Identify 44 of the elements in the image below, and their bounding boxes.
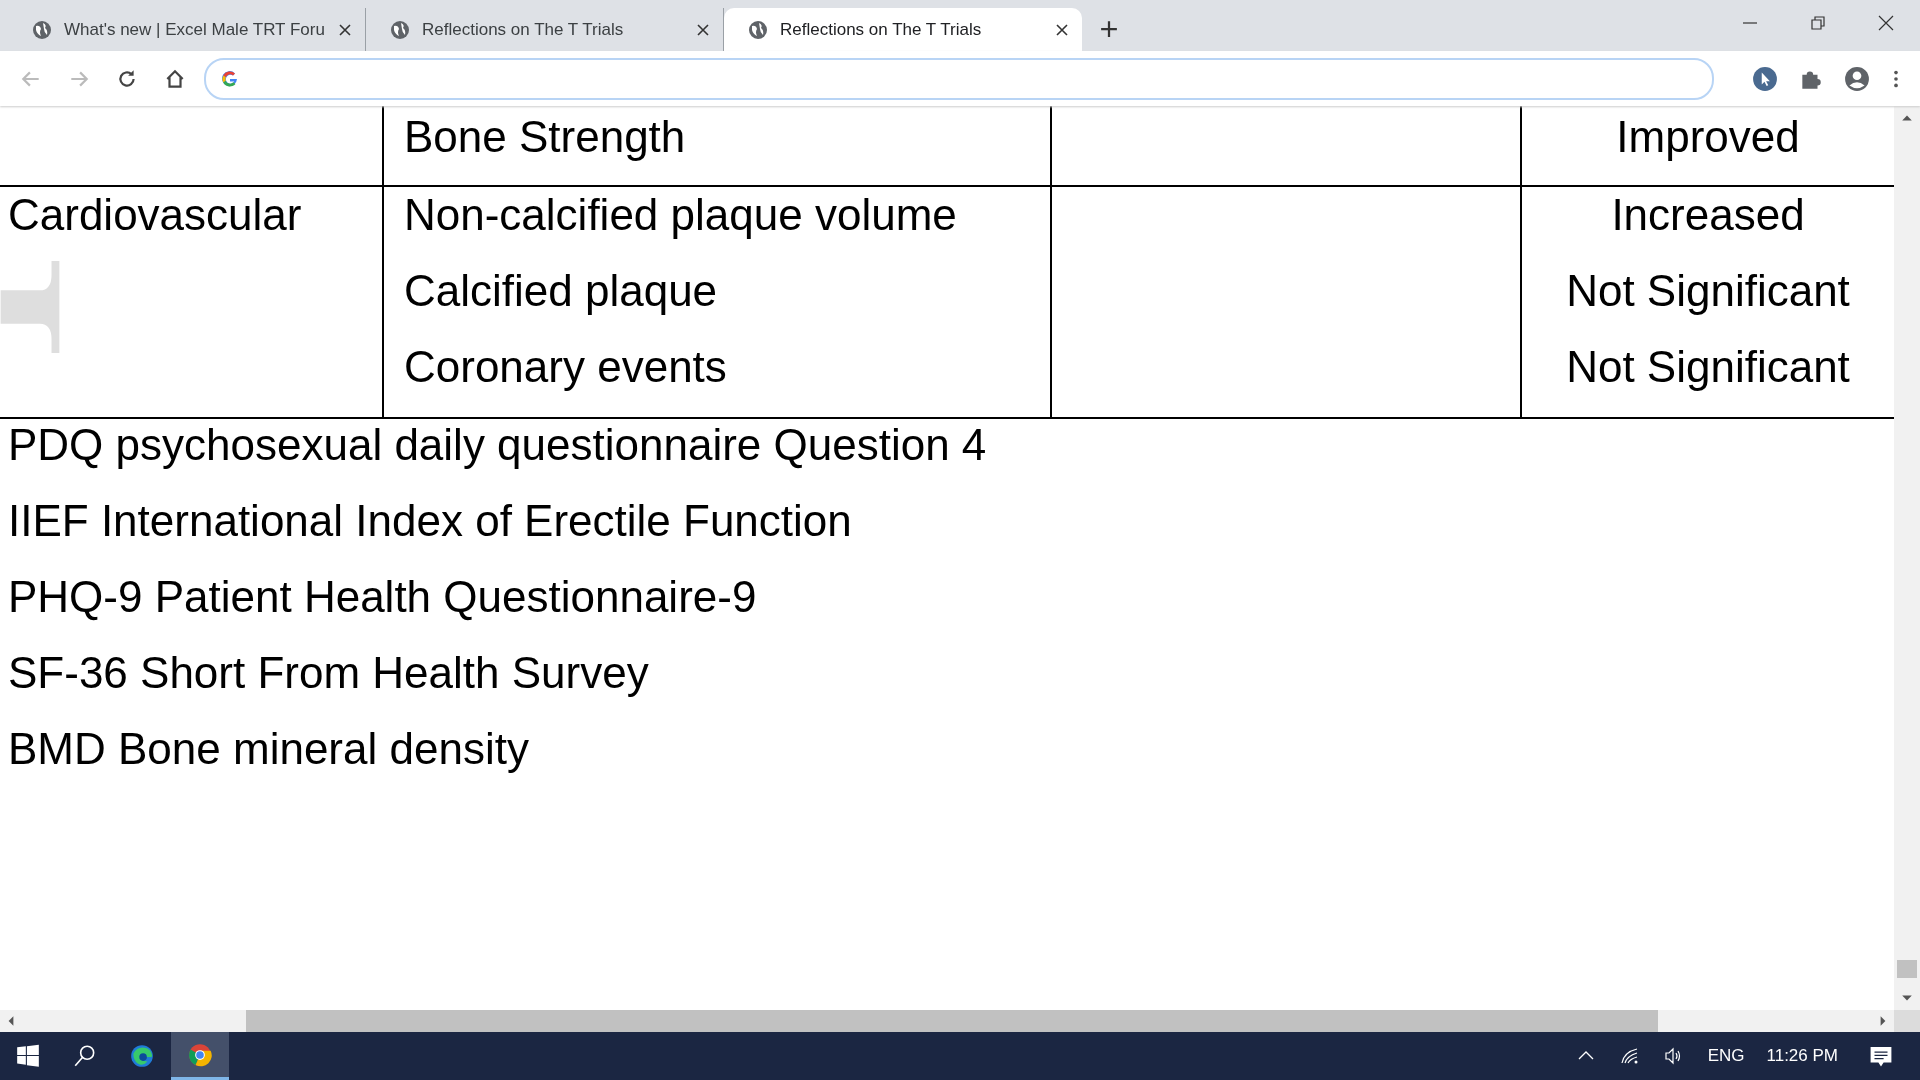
category-cell: Cardiovascular xyxy=(8,190,302,239)
profile-icon[interactable] xyxy=(1844,65,1870,92)
close-icon[interactable] xyxy=(339,23,351,36)
new-tab-icon[interactable] xyxy=(1100,20,1118,38)
tab-title: Reflections on The T Trials xyxy=(780,19,983,40)
scrollbar-thumb[interactable] xyxy=(246,1010,1658,1032)
edge-icon[interactable] xyxy=(129,1043,155,1069)
scrollbar-corner xyxy=(1894,1010,1920,1032)
measure-cell-text: Bone Strength xyxy=(404,111,687,163)
globe-icon xyxy=(32,19,52,40)
close-icon[interactable] xyxy=(697,23,709,36)
scrollbar-thumb[interactable] xyxy=(1897,960,1917,978)
tab-title: Reflections on The T Trials xyxy=(422,19,625,40)
globe-icon xyxy=(748,19,768,40)
close-icon[interactable] xyxy=(1056,23,1068,36)
cursor-extension-icon[interactable] xyxy=(1752,65,1778,92)
windows-start-icon[interactable] xyxy=(15,1043,41,1069)
chrome-icon xyxy=(187,1041,213,1068)
tab-title: What's new | Excel Male TRT Foru xyxy=(64,19,326,40)
abbreviation-text: SF-36 Short From Health Survey xyxy=(7,647,650,699)
reload-icon[interactable] xyxy=(116,67,138,90)
close-icon[interactable] xyxy=(1878,15,1894,31)
abbreviation-text: BMD Bone mineral density xyxy=(7,723,530,775)
measure-cell-text: Coronary events xyxy=(404,341,728,393)
measure-cell-text: Calcified plaque xyxy=(404,265,719,317)
horizontal-scrollbar[interactable] xyxy=(0,1010,1920,1032)
google-icon xyxy=(220,68,240,89)
result-cell-text: Increased xyxy=(1610,189,1806,241)
globe-icon xyxy=(390,19,410,40)
abbreviation-text: PDQ psychosexual daily questionnaire Question 4 xyxy=(7,419,988,471)
result-cell-text: Improved xyxy=(1615,111,1801,163)
vertical-scrollbar[interactable] xyxy=(1894,106,1920,1010)
wifi-icon[interactable] xyxy=(1619,1046,1640,1066)
language-indicator[interactable]: ENG xyxy=(1707,1046,1745,1066)
result-cell-text: Not Significant xyxy=(1565,265,1851,317)
clock-text[interactable]: 11:26 PM xyxy=(1766,1046,1838,1066)
home-icon[interactable] xyxy=(164,67,186,90)
abbreviation-text: PHQ-9 Patient Health Questionnaire-9 xyxy=(7,571,758,623)
chrome-taskbar-button[interactable] xyxy=(171,1032,229,1080)
result-cell-text: Not Significant xyxy=(1565,341,1851,393)
browser-tab[interactable]: Reflections on The T Trials xyxy=(724,8,1082,51)
restore-icon[interactable] xyxy=(1810,15,1826,31)
measure-cell-text: Non-calcified plaque volume xyxy=(404,189,958,241)
abbreviation-text: IIEF International Index of Erectile Function xyxy=(7,495,853,547)
